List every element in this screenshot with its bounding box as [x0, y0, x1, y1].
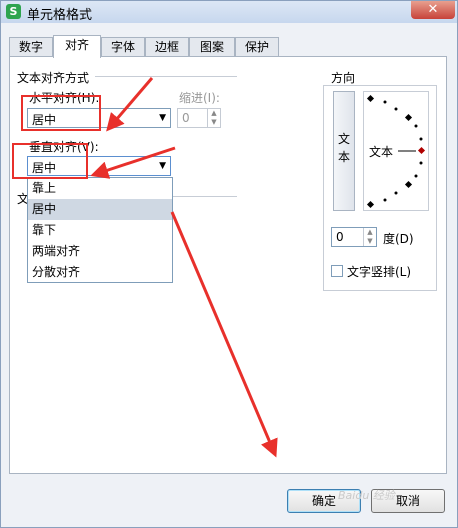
dropdown-option-distributed[interactable]: 分散对齐 — [28, 262, 172, 283]
vertical-text-button[interactable]: 文 本 — [333, 91, 355, 211]
vertical-text-checkbox[interactable] — [331, 265, 343, 277]
app-icon: S — [6, 4, 21, 19]
spin-arrows-icon: ▲ ▼ — [207, 109, 220, 127]
degree-label: 度(D) — [383, 232, 414, 246]
tab-number[interactable]: 数字 — [9, 37, 53, 57]
text-alignment-group-label: 文本对齐方式 — [17, 71, 90, 85]
dialog-title: 单元格格式 — [27, 8, 93, 23]
vertical-text-char: 本 — [337, 150, 350, 164]
tab-alignment[interactable]: 对齐 — [53, 35, 101, 58]
degree-value: 0 — [336, 230, 344, 244]
dropdown-option-bottom[interactable]: 靠下 — [28, 220, 172, 241]
tab-protection[interactable]: 保护 — [235, 37, 279, 57]
dropdown-option-justify[interactable]: 两端对齐 — [28, 241, 172, 262]
dropdown-option-center[interactable]: 居中 — [28, 199, 172, 220]
format-cells-dialog: S 单元格格式 ✕ 数字 对齐 字体 边框 图案 保护 文本对齐方式 水平对齐(… — [0, 0, 458, 528]
title-bar: S 单元格格式 ✕ — [1, 1, 457, 23]
close-button[interactable]: ✕ — [411, 1, 455, 19]
indent-stepper[interactable]: 0 ▲ ▼ — [177, 108, 221, 128]
vertical-text-checkbox-label: 文字竖排(L) — [347, 265, 412, 279]
spin-arrows-icon: ▲ ▼ — [363, 228, 376, 246]
group-divider — [95, 76, 237, 77]
group-divider — [173, 196, 237, 197]
dial-text: 文本 — [369, 145, 394, 159]
indent-value: 0 — [182, 111, 190, 125]
tab-font[interactable]: 字体 — [101, 37, 145, 57]
watermark: Baidu 经验 — [338, 489, 395, 502]
orientation-group-label: 方向 — [331, 71, 356, 85]
annotation-highlight-box — [12, 143, 88, 179]
degree-stepper[interactable]: 0 ▲ ▼ — [331, 227, 377, 247]
tab-border[interactable]: 边框 — [145, 37, 189, 57]
indent-label: 缩进(I): — [179, 91, 220, 105]
dropdown-option-top[interactable]: 靠上 — [28, 178, 172, 199]
annotation-highlight-box — [21, 95, 101, 131]
vertical-align-dropdown: 靠上 居中 靠下 两端对齐 分散对齐 — [27, 177, 173, 283]
chevron-down-icon: ▼ — [159, 113, 166, 123]
chevron-down-icon: ▼ — [159, 161, 166, 171]
vertical-text-char: 文 — [337, 132, 350, 146]
orientation-dial[interactable]: 文本 — [363, 91, 429, 211]
tab-pattern[interactable]: 图案 — [189, 37, 235, 57]
